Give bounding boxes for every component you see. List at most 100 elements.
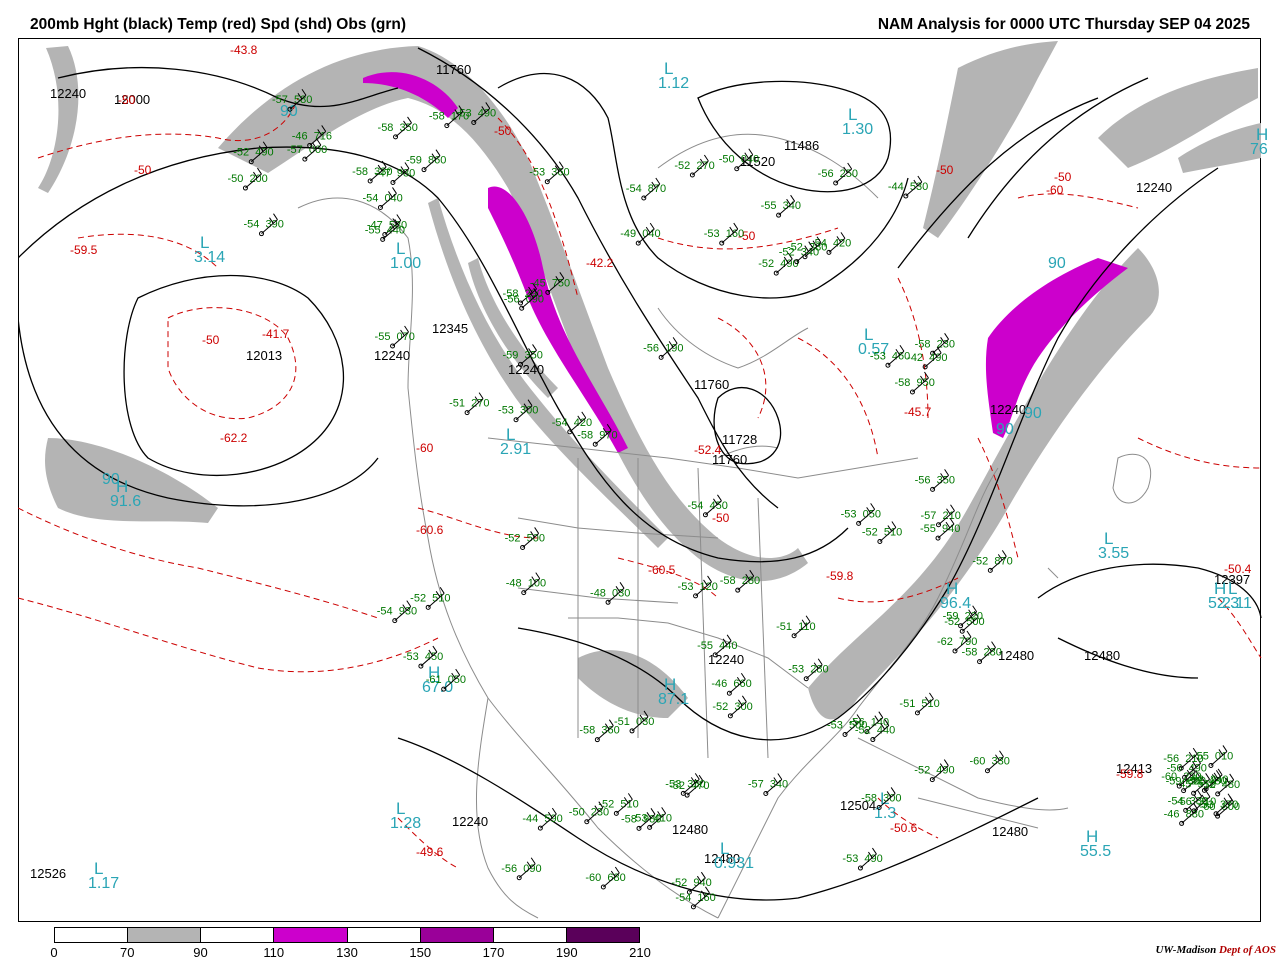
station-temperature: -52 (671, 877, 687, 889)
station-height: 930 (399, 606, 417, 618)
station-temperature: -53 (827, 720, 843, 732)
credit-dept: Dept of AOS (1218, 944, 1276, 956)
station-height: 210 (1185, 753, 1203, 765)
height-label: 11760 (694, 377, 729, 392)
station-height: 870 (648, 183, 666, 195)
station-height: 120 (700, 581, 718, 593)
station-height: 490 (929, 352, 947, 364)
station-height: 420 (833, 237, 851, 249)
station-height: 490 (864, 853, 882, 865)
station-temperature: -52 (855, 725, 871, 737)
station-temperature: -58 (577, 429, 593, 441)
station-temperature: -55 (365, 224, 381, 236)
station-height: 230 (591, 807, 609, 819)
station-temperature: -53 (665, 778, 681, 790)
height-label: 12526 (30, 866, 66, 881)
station-temperature: -52 (972, 555, 988, 567)
pressure-center-value: 87.1 (658, 691, 689, 708)
station-temperature: -50 (227, 173, 243, 185)
pressure-center-value: 1.17 (88, 875, 119, 892)
station-temperature: -54 (243, 219, 259, 231)
height-label: 12480 (992, 824, 1028, 839)
colorbar-tick-label: 130 (336, 945, 358, 960)
station-height: 110 (798, 621, 816, 633)
temperature-label: -60 (416, 441, 434, 455)
station-temperature: -53 (678, 581, 694, 593)
temperature-label: -62.2 (220, 431, 248, 445)
station-temperature: -55 (761, 200, 777, 212)
station-temperature: -53 (788, 664, 804, 676)
station-temperature: -52 (758, 258, 774, 270)
station-height: 440 (877, 725, 895, 737)
station-height: 860 (428, 155, 446, 167)
temperature-label: -50 (936, 163, 954, 177)
station-temperature: -58 (861, 792, 877, 804)
station-temperature: -54 (687, 500, 703, 512)
pressure-center-value: 1.30 (842, 121, 873, 138)
temperature-label: -59.8 (826, 569, 854, 583)
pressure-center-value: 1.28 (390, 815, 421, 832)
station-temperature: -51 (449, 398, 465, 410)
height-label: 11760 (436, 62, 471, 77)
station-temperature: -53 (870, 350, 886, 362)
station-height: 040 (741, 154, 759, 166)
station-height: 250 (840, 168, 858, 180)
temperature-label: -59.5 (70, 243, 98, 257)
station-height: 490 (478, 107, 496, 119)
pressure-center-value: 91.6 (110, 493, 141, 510)
station-height: 580 (294, 94, 312, 106)
temperature-label: -52.4 (694, 443, 722, 457)
temperature-label: -45.7 (904, 405, 932, 419)
temperature-label: -50 (494, 124, 512, 138)
height-label: 12240 (50, 86, 86, 101)
temperature-label: -50 (1054, 170, 1072, 184)
temperature-label: -60 (1046, 183, 1064, 197)
station-height: 490 (255, 147, 273, 159)
height-label: 12480 (998, 648, 1034, 663)
station-temperature: -53 (498, 405, 514, 417)
station-height: 490 (936, 765, 954, 777)
station-temperature: -52 (862, 526, 878, 538)
station-temperature: -57 (748, 778, 764, 790)
station-height: 010 (1215, 750, 1233, 762)
colorbar-tick-label: 0 (50, 945, 58, 960)
temperature-label: -41.7 (262, 327, 290, 341)
station-height: 190 (665, 342, 683, 354)
station-temperature: -52 (233, 147, 249, 159)
station-temperature: -59 (406, 155, 422, 167)
station-temperature: -57 (921, 510, 937, 522)
station-height: 590 (544, 813, 562, 825)
station-temperature: -51 (899, 698, 915, 710)
temperature-label: -50 (134, 163, 152, 177)
station-temperature: -51 (614, 716, 630, 728)
colorbar-swatch (420, 928, 494, 942)
colorbar-tick-label: 210 (629, 945, 651, 960)
station-temperature: -48 (590, 587, 606, 599)
station-height: 530 (910, 181, 928, 193)
station-temperature: -58 (579, 725, 595, 737)
station-temperature: -59 (503, 349, 519, 361)
station-temperature: -52 (505, 532, 521, 544)
credit-org: UW-Madison (1155, 944, 1217, 956)
station-temperature: -52 (674, 160, 690, 172)
station-temperature: -56 (1163, 753, 1179, 765)
station-height: 510 (921, 698, 939, 710)
station-temperature: -46 (1164, 808, 1180, 820)
station-height: 160 (697, 892, 715, 904)
colorbar-tick-label: 150 (409, 945, 432, 960)
colorbar-swatch (274, 928, 348, 942)
station-temperature: -58 (352, 166, 368, 178)
chart-title-right: NAM Analysis for 0000 UTC Thursday SEP 0… (877, 16, 1250, 33)
station-temperature: -60 (1161, 771, 1177, 783)
station-temperature: -52 (1200, 779, 1216, 791)
station-height: 390 (265, 219, 283, 231)
colorbar-tick-label: 170 (482, 945, 505, 960)
station-temperature: -62 (937, 636, 953, 648)
station-height: 200 (249, 173, 267, 185)
station-height: 270 (471, 398, 489, 410)
station-height: 340 (770, 778, 788, 790)
station-temperature: -57 (272, 94, 288, 106)
pressure-center-value: 52.3 (1208, 595, 1239, 612)
height-label: 12240 (508, 362, 544, 377)
station-temperature: -56 (643, 342, 659, 354)
